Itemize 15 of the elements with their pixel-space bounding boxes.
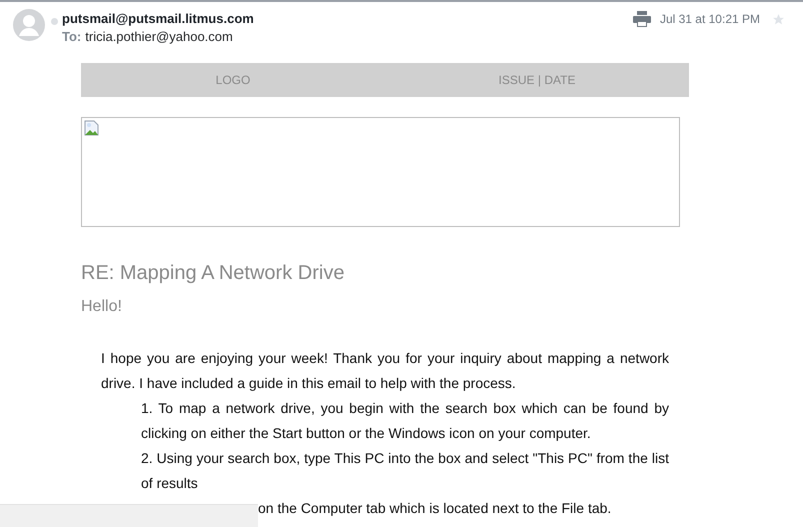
- recipient-line: To: tricia.pothier@yahoo.com: [62, 29, 234, 44]
- issue-date-text: ISSUE | DATE: [498, 73, 576, 87]
- intro-paragraph: I hope you are enjoying your week! Thank you for your inquiry about mapping a network drive. I have included a guide in this email to help with the process.: [101, 349, 669, 393]
- star-icon[interactable]: [772, 12, 785, 26]
- avatar-icon: [13, 9, 45, 41]
- greeting: Hello!: [81, 298, 123, 316]
- print-icon[interactable]: [632, 11, 651, 27]
- status-dot: [51, 18, 58, 25]
- email-title: RE: Mapping A Network Drive: [81, 262, 346, 285]
- message-date: Jul 31 at 10:21 PM: [660, 12, 760, 26]
- sender-address: putsmail@putsmail.litmus.com: [62, 11, 254, 26]
- step-text: 1. To map a network drive, you begin with the search box which can be found by clicking on either the Start button or the Windows icon on your computer.: [141, 399, 669, 443]
- step-text: on the Computer tab which is located next to the File tab.: [257, 499, 612, 518]
- broken-image-icon: [84, 120, 100, 136]
- logo-text: LOGO: [216, 73, 250, 87]
